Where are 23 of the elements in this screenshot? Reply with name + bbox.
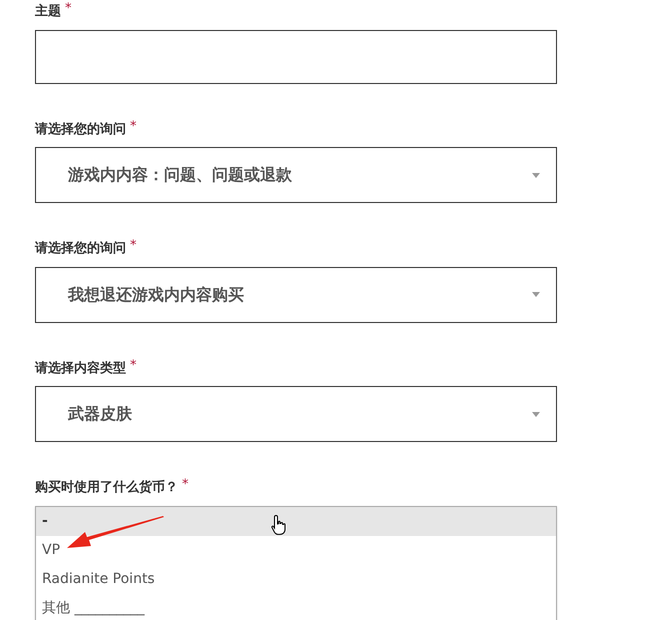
select-field[interactable]: 游戏内内容：问题、问题或退款 [35,147,557,203]
caret-icon [532,172,540,178]
dropdown-option[interactable]: 其他 __________ [36,594,556,620]
dropdown-option[interactable]: VP [36,536,556,564]
required-asterisk: * [130,239,136,252]
field-label: 主题 [35,2,61,21]
select-field[interactable]: 我想退还游戏内内容购买 [35,266,557,322]
field-label: 购买时使用了什么货币？ [35,478,178,497]
subject-input[interactable] [35,30,557,84]
required-asterisk: * [130,358,136,372]
select-field[interactable]: 武器皮肤 [35,386,557,442]
hand-cursor-icon [271,514,287,536]
required-asterisk: * [182,478,188,491]
caret-icon [532,412,540,416]
field-label: 请选择您的询问 [35,240,126,258]
field-label: 请选择您的询问 [35,120,126,138]
dropdown-option[interactable]: - [36,506,556,536]
dropdown-option[interactable]: Radianite Points [36,564,556,594]
field-label: 请选择内容类型 [35,360,126,378]
caret-icon [532,292,540,297]
required-asterisk: * [65,2,72,15]
arrow-icon [67,516,165,550]
required-asterisk: * [130,120,136,132]
